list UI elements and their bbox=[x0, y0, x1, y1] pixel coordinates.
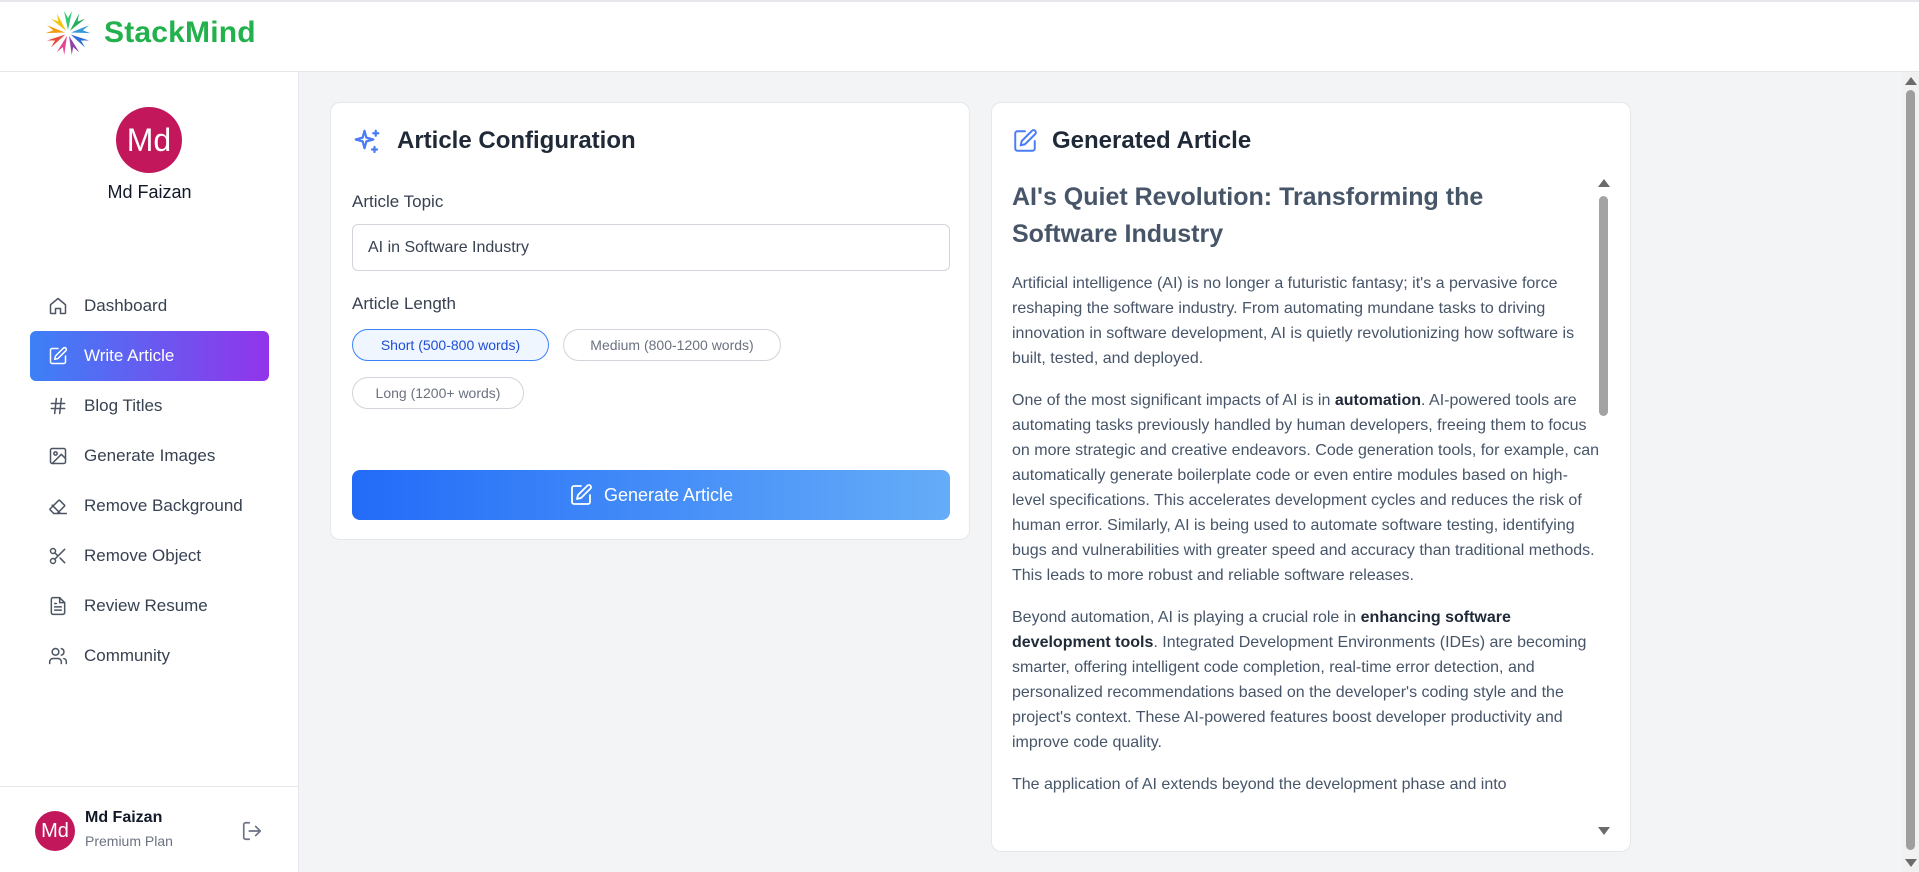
article-scrollbar[interactable] bbox=[1596, 179, 1610, 835]
sidebar-item-remove-background[interactable]: Remove Background bbox=[30, 481, 269, 531]
hash-icon bbox=[48, 396, 68, 416]
length-label: Article Length bbox=[352, 294, 456, 313]
footer-user-name: Md Faizan bbox=[85, 809, 163, 826]
article-paragraph: Beyond automation, AI is playing a cruci… bbox=[1012, 605, 1600, 755]
logout-icon[interactable] bbox=[241, 820, 263, 842]
sidebar-item-label: Write Article bbox=[84, 346, 175, 365]
footer-avatar[interactable]: Md bbox=[35, 811, 75, 851]
topic-label: Article Topic bbox=[352, 192, 444, 211]
page-scrollbar[interactable] bbox=[1902, 72, 1919, 872]
sidebar-item-blog-titles[interactable]: Blog Titles bbox=[30, 381, 269, 431]
scissors-icon bbox=[48, 546, 68, 566]
sidebar-item-label: Blog Titles bbox=[84, 396, 163, 415]
sidebar-item-label: Remove Background bbox=[84, 496, 243, 515]
topic-input[interactable] bbox=[352, 224, 950, 271]
sidebar-item-review-resume[interactable]: Review Resume bbox=[30, 581, 269, 631]
sidebar-item-community[interactable]: Community bbox=[30, 631, 269, 681]
brand-name: StackMind bbox=[104, 16, 256, 49]
article-content[interactable]: AI's Quiet Revolution: Transforming the … bbox=[1012, 179, 1600, 834]
generated-title: Generated Article bbox=[1052, 127, 1252, 154]
text-run: One of the most significant impacts of A… bbox=[1012, 392, 1335, 409]
scroll-thumb[interactable] bbox=[1599, 196, 1608, 416]
scroll-up-arrow-icon[interactable] bbox=[1905, 77, 1917, 85]
footer-plan: Premium Plan bbox=[85, 833, 173, 849]
sidebar-item-label: Remove Object bbox=[84, 546, 202, 565]
edit-icon bbox=[1012, 128, 1038, 154]
text-run: . AI-powered tools are automating tasks … bbox=[1012, 392, 1599, 584]
generate-article-button[interactable]: Generate Article bbox=[352, 470, 950, 520]
sidebar-nav: Dashboard Write Article Blog Titles Gene… bbox=[30, 281, 269, 681]
sidebar-item-generate-images[interactable]: Generate Images bbox=[30, 431, 269, 481]
file-text-icon bbox=[48, 596, 68, 616]
scroll-up-arrow-icon[interactable] bbox=[1598, 179, 1610, 187]
sidebar-item-label: Generate Images bbox=[84, 446, 216, 465]
sidebar-item-label: Dashboard bbox=[84, 296, 168, 315]
avatar[interactable]: Md bbox=[116, 107, 182, 173]
article-paragraph: Artificial intelligence (AI) is no longe… bbox=[1012, 275, 1575, 367]
length-option-medium[interactable]: Medium (800-1200 words) bbox=[563, 329, 781, 361]
sidebar: Md Md Faizan Dashboard Write Article Blo… bbox=[0, 72, 299, 872]
sidebar-footer: Md Md Faizan Premium Plan bbox=[0, 786, 299, 872]
bold-text: automation bbox=[1334, 392, 1422, 409]
article-paragraph: One of the most significant impacts of A… bbox=[1012, 388, 1600, 588]
scroll-thumb[interactable] bbox=[1906, 90, 1915, 850]
logo-starburst-icon bbox=[45, 11, 91, 56]
sidebar-item-label: Community bbox=[84, 646, 170, 665]
users-icon bbox=[48, 646, 68, 666]
home-icon bbox=[48, 296, 68, 316]
scroll-down-arrow-icon[interactable] bbox=[1905, 859, 1917, 867]
sidebar-item-remove-object[interactable]: Remove Object bbox=[30, 531, 269, 581]
article-configuration-card: Article Configuration Article Topic Arti… bbox=[330, 102, 970, 540]
article-paragraph: The application of AI extends beyond the… bbox=[1012, 776, 1507, 793]
sidebar-item-dashboard[interactable]: Dashboard bbox=[30, 281, 269, 331]
edit-icon bbox=[48, 346, 68, 366]
article-heading: AI's Quiet Revolution: Transforming the … bbox=[1012, 183, 1484, 248]
text-run: . Integrated Development Environments (I… bbox=[1012, 634, 1587, 751]
image-icon bbox=[48, 446, 68, 466]
sparkles-icon bbox=[352, 127, 382, 157]
edit-icon bbox=[571, 484, 592, 505]
eraser-icon bbox=[48, 496, 68, 516]
profile-name: Md Faizan bbox=[107, 182, 192, 202]
generated-article-card: Generated Article AI's Quiet Revolution:… bbox=[991, 102, 1631, 852]
length-option-long[interactable]: Long (1200+ words) bbox=[352, 377, 524, 409]
sidebar-item-label: Review Resume bbox=[84, 596, 208, 615]
top-header: StackMind bbox=[0, 0, 1919, 72]
scroll-down-arrow-icon[interactable] bbox=[1598, 827, 1610, 835]
config-title: Article Configuration bbox=[397, 127, 636, 154]
length-option-short[interactable]: Short (500-800 words) bbox=[352, 329, 549, 361]
sidebar-item-write-article[interactable]: Write Article bbox=[30, 331, 269, 381]
text-run: Beyond automation, AI is playing a cruci… bbox=[1012, 609, 1361, 626]
generate-article-label: Generate Article bbox=[603, 484, 734, 505]
brand-logo[interactable]: StackMind bbox=[38, 8, 256, 58]
